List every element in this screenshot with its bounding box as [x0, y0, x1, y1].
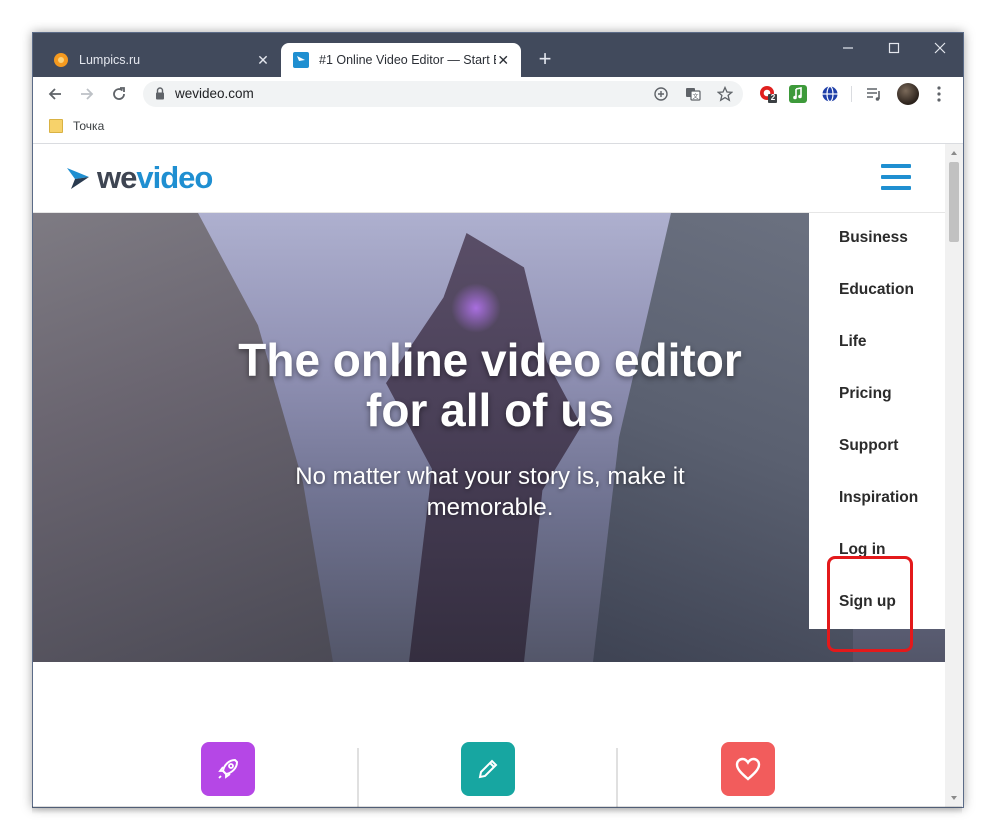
reload-icon: [113, 87, 125, 100]
hamburger-bar: [881, 175, 911, 179]
folder-icon: [49, 119, 63, 133]
wevideo-logo[interactable]: wevideo: [65, 160, 213, 195]
minimize-icon: [843, 47, 853, 49]
menu-item-support[interactable]: Support: [839, 437, 898, 455]
media-controls-button[interactable]: [865, 85, 883, 103]
svg-text:文: 文: [692, 93, 698, 101]
menu-item-pricing[interactable]: Pricing: [839, 385, 892, 403]
forward-arrow-icon: [81, 88, 94, 100]
kebab-menu-icon: [937, 86, 941, 102]
login-signup-highlight: [827, 556, 913, 652]
minimize-button[interactable]: [825, 33, 871, 63]
bookmarks-bar: Точка: [33, 111, 963, 144]
wevideo-logo-icon: [67, 168, 89, 189]
star-bookmark-icon[interactable]: [717, 86, 733, 102]
hero-glow: [451, 283, 501, 333]
close-tab-icon[interactable]: ✕: [496, 52, 511, 69]
lumpics-favicon-icon: [54, 53, 68, 67]
tab-wevideo[interactable]: #1 Online Video Editor — Start E ✕: [281, 43, 521, 77]
wevideo-favicon-icon: [293, 52, 309, 68]
browser-toolbar: wevideo.com 文 2: [33, 77, 963, 111]
menu-button[interactable]: [931, 84, 947, 104]
url-text: wevideo.com: [175, 86, 254, 101]
extension-badge: 2: [770, 93, 776, 102]
feature-pencil[interactable]: [461, 742, 515, 796]
back-arrow-icon: [48, 88, 61, 100]
menu-item-life[interactable]: Life: [839, 333, 867, 351]
title-bar: Lumpics.ru ✕ #1 Online Video Editor — St…: [33, 33, 963, 77]
forward-button[interactable]: [75, 82, 99, 106]
translate-icon[interactable]: 文: [685, 86, 701, 102]
tab-title: #1 Online Video Editor — Start E: [319, 53, 496, 67]
feature-rocket[interactable]: [201, 742, 255, 796]
toolbar-divider: [851, 86, 852, 102]
hero-title: The online video editor for all of us: [238, 334, 742, 436]
hamburger-bar: [881, 164, 911, 168]
close-tab-icon[interactable]: ✕: [255, 52, 271, 69]
globe-icon: [822, 85, 838, 103]
maximize-button[interactable]: [871, 33, 917, 63]
profile-avatar[interactable]: [897, 83, 919, 105]
page-scrollbar[interactable]: [945, 144, 963, 807]
add-circle-icon[interactable]: [653, 86, 669, 102]
opera-extension-button[interactable]: 2: [759, 85, 777, 103]
features-section: [33, 662, 945, 807]
hero-subtitle: No matter what your story is, make it me…: [295, 463, 685, 521]
pencil-icon: [478, 759, 498, 779]
lock-icon: [156, 87, 164, 100]
feature-heart[interactable]: [721, 742, 775, 796]
music-note-icon: [793, 87, 802, 100]
heart-icon: [735, 757, 761, 781]
window-shadow: [32, 806, 962, 814]
hamburger-bar: [881, 186, 911, 190]
page-viewport: wevideo The online video editor for all …: [33, 144, 945, 807]
tab-lumpics[interactable]: Lumpics.ru ✕: [41, 43, 281, 77]
feature-divider: [357, 748, 359, 807]
rocket-icon: [218, 758, 239, 779]
scrollbar-thumb[interactable]: [949, 162, 959, 242]
menu-item-inspiration[interactable]: Inspiration: [839, 489, 918, 507]
logo-text: wevideo: [97, 160, 213, 195]
maximize-icon: [888, 42, 900, 54]
playlist-icon: [867, 88, 880, 101]
reload-button[interactable]: [107, 82, 131, 106]
feature-divider: [616, 748, 618, 807]
address-bar[interactable]: wevideo.com 文: [143, 81, 743, 107]
bookmark-label: Точка: [73, 119, 105, 133]
close-icon: [934, 42, 946, 54]
hero-background-ruins-left: [33, 213, 333, 662]
browser-window: Lumpics.ru ✕ #1 Online Video Editor — St…: [32, 32, 964, 808]
back-button[interactable]: [43, 82, 67, 106]
menu-item-education[interactable]: Education: [839, 281, 914, 299]
hamburger-menu-button[interactable]: [881, 164, 911, 190]
close-window-button[interactable]: [917, 33, 963, 63]
site-header: wevideo: [33, 144, 945, 213]
tab-title: Lumpics.ru: [79, 53, 141, 67]
scroll-down-arrow-icon[interactable]: [945, 791, 963, 805]
vpn-extension-button[interactable]: [821, 85, 839, 103]
new-tab-button[interactable]: +: [531, 45, 559, 73]
bookmark-folder[interactable]: Точка: [49, 119, 104, 133]
menu-item-business[interactable]: Business: [839, 229, 908, 247]
music-extension-button[interactable]: [789, 85, 807, 103]
scroll-up-arrow-icon[interactable]: [945, 146, 963, 160]
